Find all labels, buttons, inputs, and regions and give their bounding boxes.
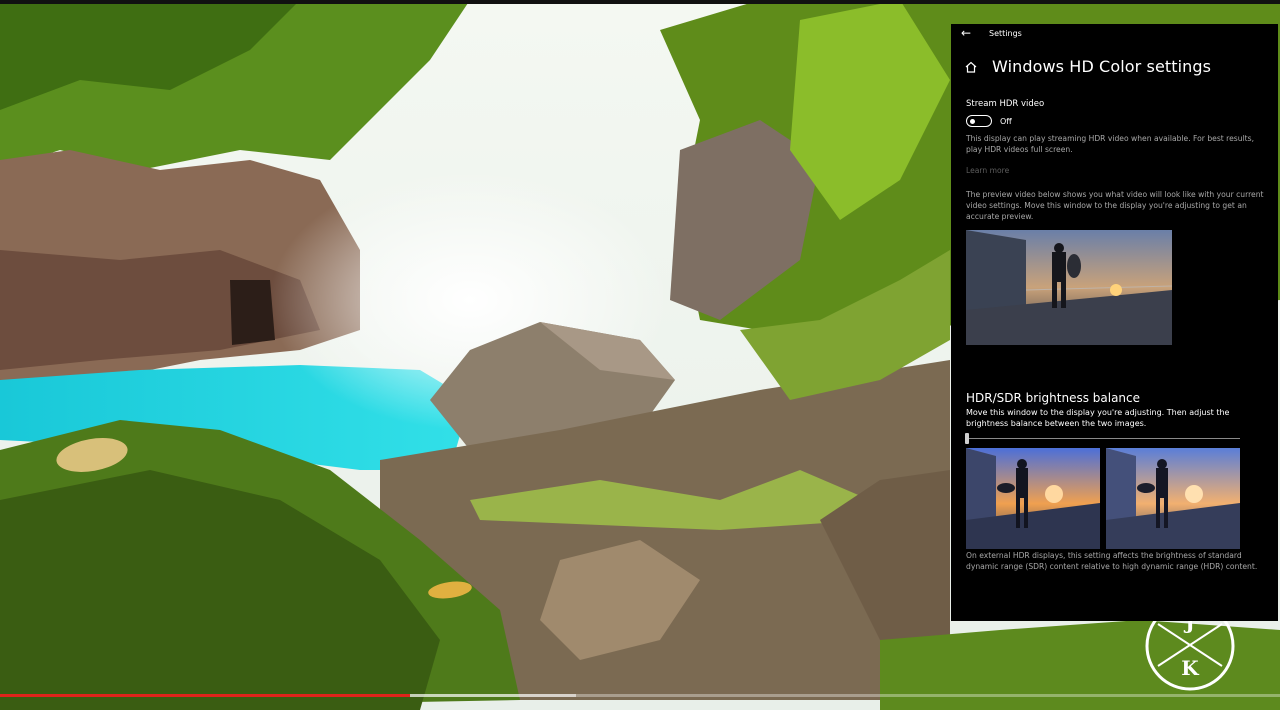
stream-hdr-description: This display can play streaming HDR vide… [966, 134, 1255, 154]
hdr-comparison-image [1106, 448, 1240, 549]
window-title: Settings [989, 29, 1022, 38]
brightness-instructions: Move this window to the display you're a… [966, 408, 1230, 428]
sdr-image [966, 448, 1100, 549]
logo-letter-k: K [1181, 656, 1199, 680]
preview-video[interactable] [966, 230, 1172, 345]
brightness-footer-description: On external HDR displays, this setting a… [966, 551, 1258, 571]
preview-video-image [966, 230, 1172, 345]
preview-description: The preview video below shows you what v… [966, 190, 1264, 221]
video-progress-bar[interactable] [0, 694, 1280, 697]
sdr-comparison-image [966, 448, 1100, 549]
progress-played [0, 694, 410, 697]
stream-hdr-toggle[interactable] [966, 115, 992, 127]
brightness-balance-heading: HDR/SDR brightness balance [966, 391, 1141, 405]
learn-more-link[interactable]: Learn more [966, 166, 1009, 175]
progress-buffered [409, 694, 576, 697]
top-edge [0, 0, 1280, 4]
settings-window: ← Settings Windows HD Color settings Str… [951, 24, 1278, 621]
back-arrow-icon[interactable]: ← [961, 26, 971, 40]
home-icon[interactable] [964, 60, 978, 74]
toggle-knob [970, 118, 975, 124]
brightness-slider-track[interactable] [966, 438, 1240, 439]
page-title: Windows HD Color settings [992, 57, 1212, 76]
hdr-image [1106, 448, 1240, 549]
toggle-state-text: Off [1000, 117, 1012, 126]
title-bar: ← Settings [951, 24, 1278, 46]
brightness-slider-thumb[interactable] [965, 433, 969, 444]
stream-hdr-label: Stream HDR video [966, 99, 1045, 109]
